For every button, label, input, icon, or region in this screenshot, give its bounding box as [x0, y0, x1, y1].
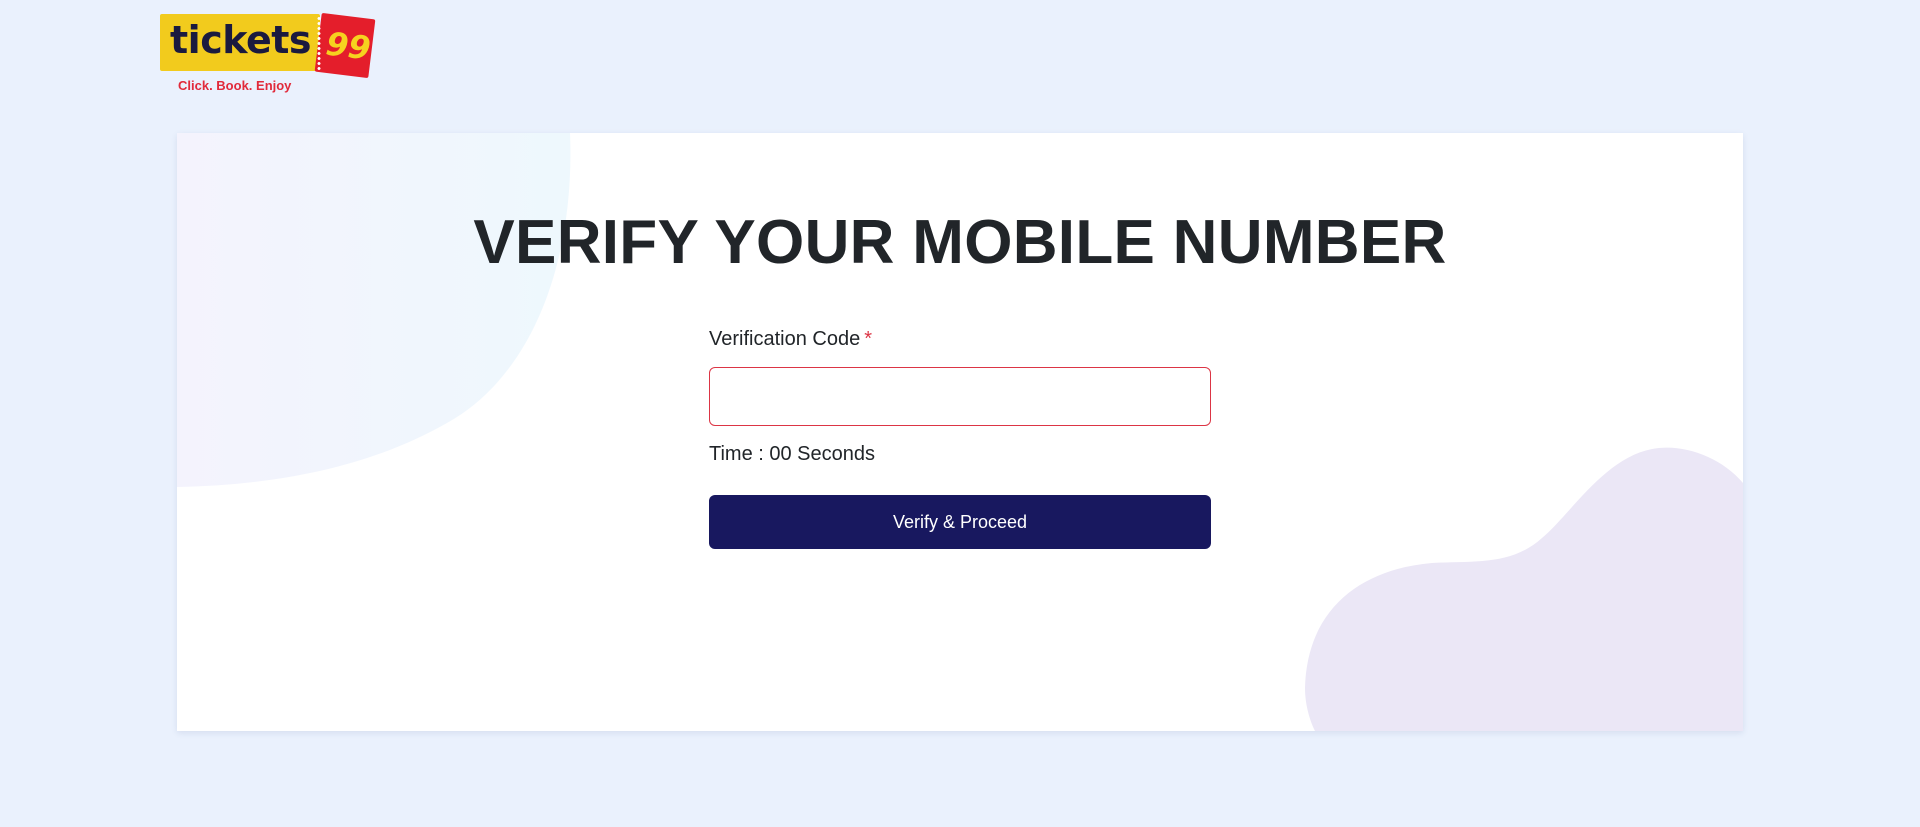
logo-tagline: Click. Book. Enjoy [178, 78, 292, 93]
verify-proceed-button[interactable]: Verify & Proceed [709, 495, 1211, 549]
decorative-blob-bottom-right [1305, 447, 1743, 731]
verification-card: VERIFY YOUR MOBILE NUMBER Verification C… [177, 133, 1743, 731]
required-asterisk: * [864, 328, 872, 350]
logo-number: 99 [323, 24, 373, 68]
verification-code-label-text: Verification Code [709, 328, 861, 350]
page-title: VERIFY YOUR MOBILE NUMBER [473, 208, 1447, 277]
verification-form: Verification Code * Time : 00 Seconds Ver… [709, 325, 1211, 549]
verification-code-input[interactable] [709, 367, 1211, 426]
logo-wordmark: tickets [170, 18, 312, 62]
site-logo[interactable]: tickets 99 Click. Book. Enjoy [160, 12, 376, 96]
decorative-blob-top-left [177, 133, 571, 487]
logo-perforation [317, 16, 321, 72]
verification-code-label: Verification Code * [709, 325, 1211, 353]
countdown-timer: Time : 00 Seconds [709, 443, 876, 465]
